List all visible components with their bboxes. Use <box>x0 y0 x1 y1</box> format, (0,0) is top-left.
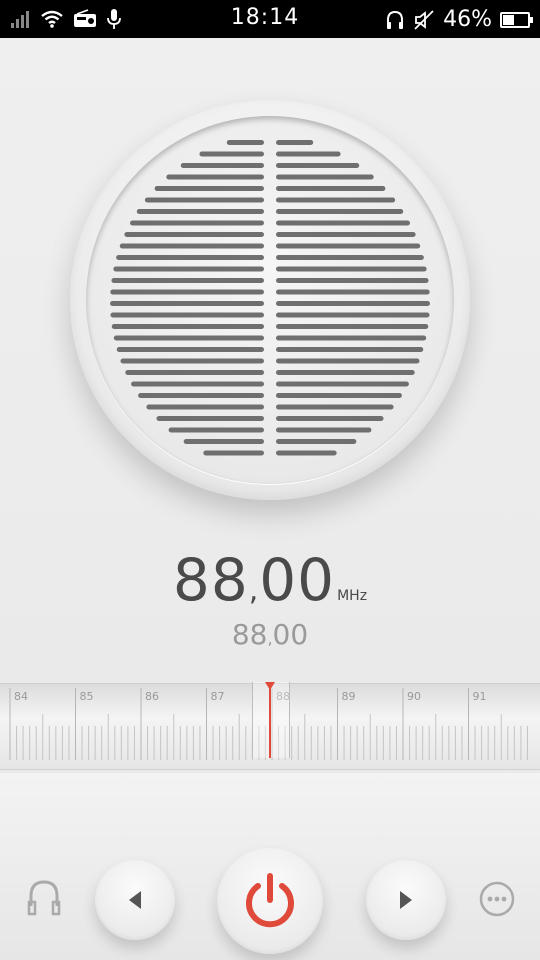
next-icon <box>400 891 412 909</box>
dial-label: 90 <box>407 690 421 703</box>
grille-slot <box>168 427 264 433</box>
speaker-grille <box>70 100 470 500</box>
grille-slot <box>113 335 264 341</box>
grille-slot <box>276 347 424 352</box>
grille-slot <box>120 358 264 364</box>
grille-slot <box>116 347 264 352</box>
radio-main: 88,00 MHz 88,00 84 85 86 87 88 89 90 91 <box>0 38 540 960</box>
grille-slot <box>110 312 265 318</box>
grille-slot <box>276 278 429 283</box>
grille-slot <box>110 301 264 306</box>
dial-label: 85 <box>79 690 94 703</box>
grille-slot <box>276 370 415 375</box>
grille-slot <box>166 174 264 180</box>
speaker-inner <box>86 116 454 484</box>
grille-slot <box>276 381 409 387</box>
dial-window <box>252 682 290 758</box>
power-button[interactable] <box>217 848 323 954</box>
grille-slot <box>111 324 265 329</box>
secondary-integer: 88 <box>231 618 268 651</box>
frequency-integer: 88 <box>172 546 249 614</box>
grille-slots <box>110 140 430 456</box>
grille-slot <box>276 232 416 237</box>
grille-slot <box>125 370 264 375</box>
grille-slot <box>183 439 264 444</box>
grille-slot <box>276 243 421 249</box>
grille-slot <box>276 220 410 226</box>
grille-slot <box>180 163 264 168</box>
grille-slot <box>276 209 404 214</box>
frequency-unit: MHz <box>337 588 368 604</box>
grille-slot <box>130 220 264 226</box>
grille-slot <box>276 140 314 145</box>
grille-slot <box>110 289 264 295</box>
grille-slot <box>276 174 374 180</box>
frequency-decimal: 00 <box>259 546 336 614</box>
frequency-display: 88,00 MHz <box>172 546 368 614</box>
grille-slot <box>276 289 430 295</box>
battery-percent: 46% <box>443 7 492 32</box>
grille-slot <box>276 358 420 364</box>
grille-slot <box>116 255 264 260</box>
grille-slot <box>276 450 337 456</box>
next-button[interactable] <box>366 860 446 940</box>
grille-slot <box>144 197 264 203</box>
secondary-decimal: 00 <box>272 618 309 651</box>
mute-icon <box>414 9 434 30</box>
grille-slot <box>276 255 424 260</box>
grille-slot <box>276 151 341 157</box>
grille-slot <box>276 427 372 433</box>
headphone-icon <box>387 10 404 29</box>
grille-slot <box>156 416 264 421</box>
grille-slot <box>203 450 264 456</box>
grille-slot <box>276 393 402 398</box>
control-panel <box>0 773 540 960</box>
grille-slot <box>276 301 430 306</box>
headphone-icon[interactable] <box>26 878 62 918</box>
battery-icon <box>500 11 533 28</box>
grille-slot <box>276 266 427 272</box>
grille-slot <box>276 186 386 191</box>
frequency-secondary: 88,00 <box>231 618 309 651</box>
grille-slot <box>136 209 264 214</box>
grille-slot <box>138 393 264 398</box>
dial-label: 86 <box>145 690 159 703</box>
status-bar: 18:14 46% <box>0 0 540 38</box>
grille-slot <box>276 404 394 410</box>
grille-slot <box>276 197 396 203</box>
dial-label: 91 <box>472 690 487 703</box>
grille-slot <box>154 186 264 191</box>
grille-slot <box>226 140 264 145</box>
grille-slot <box>131 381 264 387</box>
status-right: 46% <box>385 7 533 32</box>
grille-slot <box>276 163 360 168</box>
more-icon[interactable] <box>478 880 516 918</box>
prev-button[interactable] <box>95 860 175 940</box>
grille-slot <box>276 439 357 444</box>
prev-icon <box>129 891 141 909</box>
grille-slot <box>113 266 265 272</box>
dial-label: 84 <box>14 690 28 703</box>
grille-slot <box>276 324 429 329</box>
power-icon <box>246 873 294 928</box>
dial-label: 89 <box>341 690 356 703</box>
dial-label: 87 <box>210 690 225 703</box>
tuning-needle[interactable] <box>269 684 271 758</box>
grille-slot <box>276 416 384 421</box>
grille-slot <box>276 312 430 318</box>
grille-slot <box>124 232 264 237</box>
grille-slot <box>276 335 427 341</box>
grille-slot <box>199 151 264 157</box>
needle-tip <box>265 682 275 690</box>
grille-slot <box>146 404 264 410</box>
tuning-dial[interactable]: 84 85 86 87 88 89 90 91 <box>0 682 540 770</box>
grille-slot <box>111 278 264 283</box>
grille-slot <box>119 243 264 249</box>
